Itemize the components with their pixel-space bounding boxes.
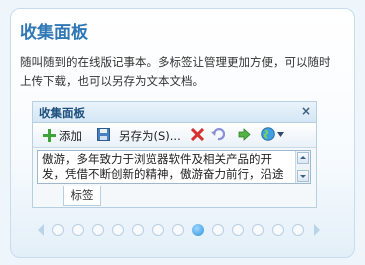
save-as-button[interactable]: 另存为(S)... xyxy=(119,128,181,144)
pager-dot[interactable] xyxy=(52,224,64,236)
pager-dot[interactable] xyxy=(272,224,284,236)
scroll-down-button[interactable] xyxy=(297,170,309,182)
feature-description: 随叫随到的在线版记事本。多标签让管理更加方便，可以随时上传下载，也可以另存为文本… xyxy=(20,55,331,88)
web-dropdown-button[interactable] xyxy=(261,127,284,144)
save-button[interactable] xyxy=(97,128,110,144)
pager-dot[interactable] xyxy=(152,224,164,236)
globe-icon xyxy=(261,127,275,141)
note-textarea[interactable]: 傲游，多年致力于浏览器软件及相关产品的开发，凭借不断创新的精神，傲游奋力前行，沿… xyxy=(37,150,311,184)
panel-header: 收集面板 × xyxy=(33,102,316,123)
close-icon[interactable]: × xyxy=(301,104,311,118)
pager-dot[interactable] xyxy=(212,224,224,236)
note-scrollbar[interactable] xyxy=(295,151,310,183)
panel-toolbar: 添加 另存为(S)... xyxy=(33,123,316,148)
save-icon xyxy=(97,128,110,141)
pager-dot[interactable] xyxy=(292,224,304,236)
scroll-up-button[interactable] xyxy=(297,152,309,164)
scroll-up-icon xyxy=(300,156,306,159)
scroll-down-icon xyxy=(300,175,306,178)
add-label: 添加 xyxy=(59,129,82,143)
delete-icon xyxy=(190,127,205,142)
undo-icon xyxy=(211,128,226,141)
carousel-pager xyxy=(36,222,326,238)
feature-title: 收集面板 xyxy=(20,23,88,43)
prev-arrow-icon[interactable] xyxy=(36,222,46,238)
pager-dot[interactable] xyxy=(252,224,264,236)
delete-button[interactable] xyxy=(190,127,205,144)
arrow-right-icon xyxy=(238,128,251,141)
next-arrow-icon[interactable] xyxy=(312,222,322,238)
forward-button[interactable] xyxy=(238,128,251,144)
tab-label[interactable]: 标签 xyxy=(63,186,101,206)
pager-dot[interactable] xyxy=(112,224,124,236)
panel-title: 收集面板 xyxy=(39,106,85,120)
pager-dot[interactable] xyxy=(72,224,84,236)
chevron-down-icon xyxy=(277,132,284,137)
note-text: 傲游，多年致力于浏览器软件及相关产品的开发，凭借不断创新的精神，傲游奋力前行，沿… xyxy=(42,152,284,183)
collection-panel: 收集面板 × 添加 另存为(S)... 傲游，多年致力于浏览器软件及相关产品的开… xyxy=(32,101,317,208)
undo-button[interactable] xyxy=(211,128,226,144)
pager-dot[interactable] xyxy=(172,224,184,236)
pager-dot[interactable] xyxy=(92,224,104,236)
pager-dot[interactable] xyxy=(132,224,144,236)
pager-dot-active[interactable] xyxy=(192,224,204,236)
pager-dot[interactable] xyxy=(232,224,244,236)
add-button[interactable]: 添加 xyxy=(43,128,82,144)
add-icon xyxy=(43,129,56,142)
